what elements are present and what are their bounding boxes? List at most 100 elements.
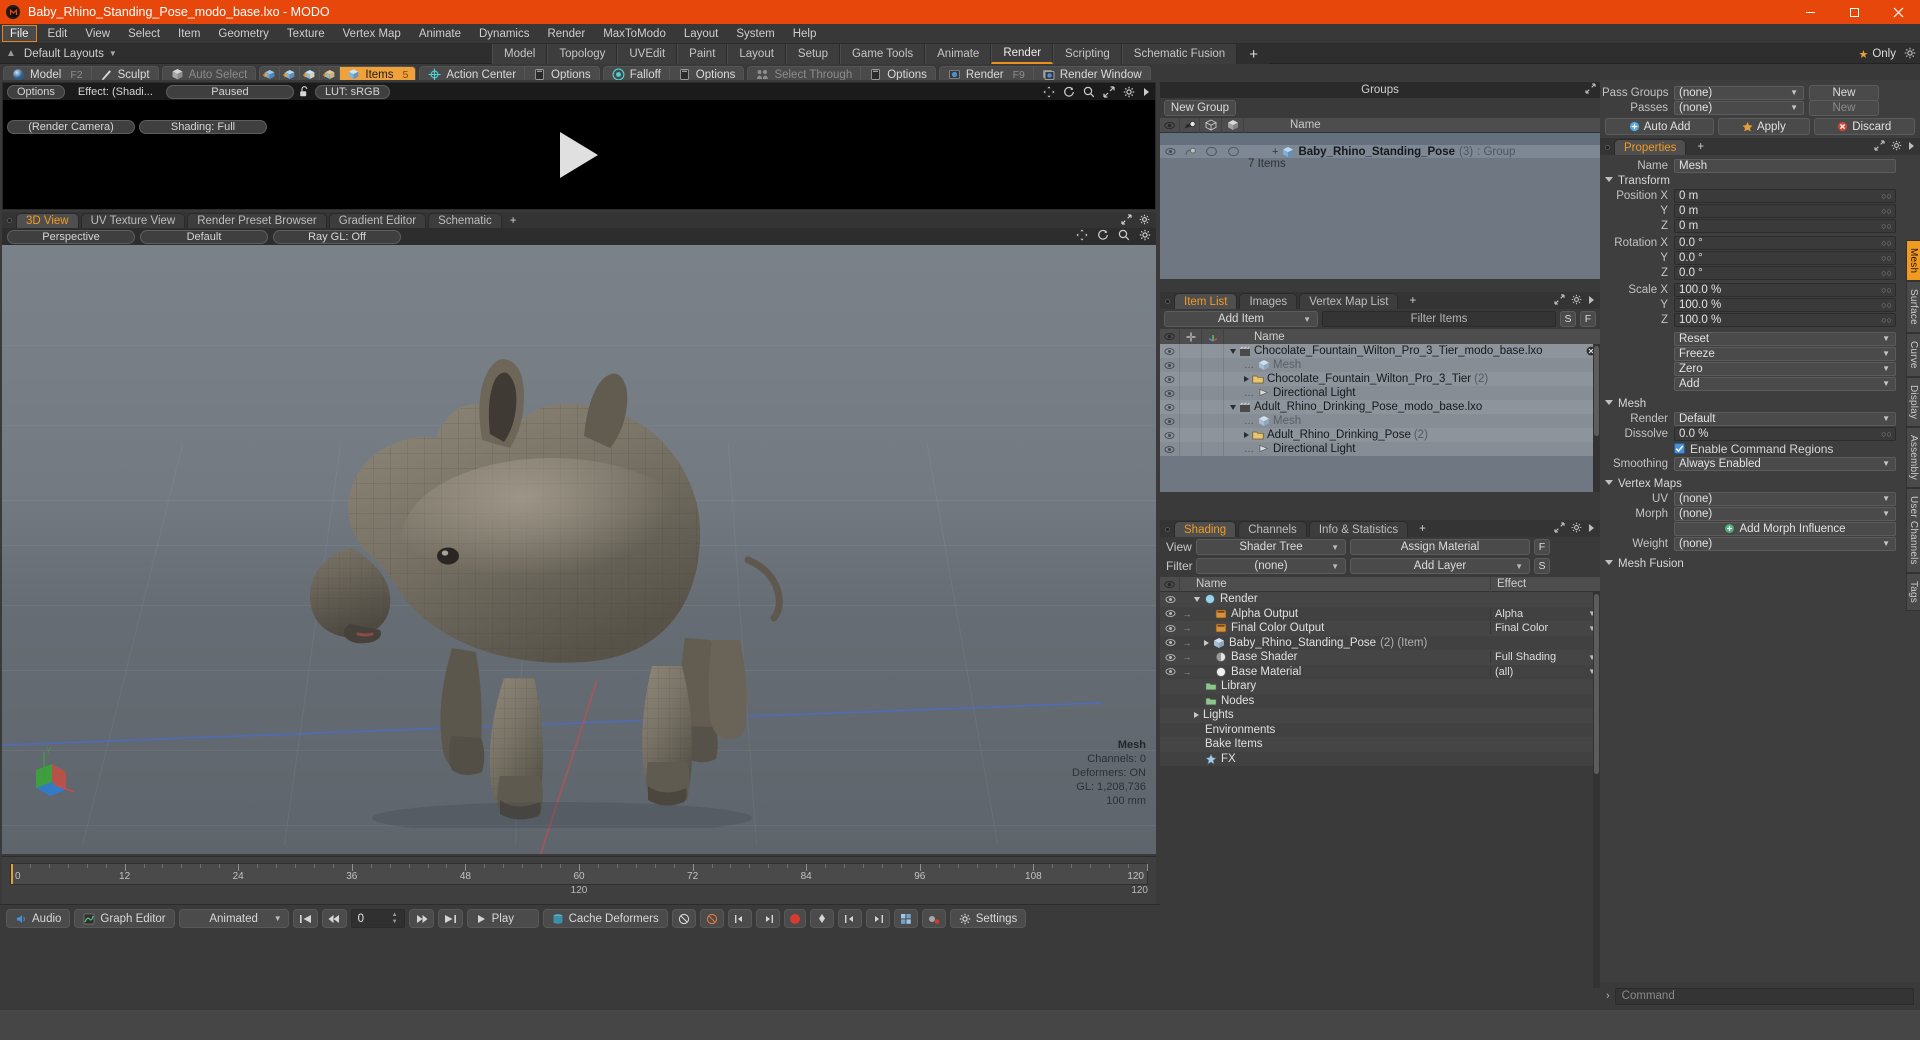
- menu-item-animate[interactable]: Animate: [410, 24, 470, 43]
- layout-tab-layout[interactable]: Layout: [727, 44, 786, 64]
- viewport-tab-gradient-editor[interactable]: Gradient Editor: [328, 213, 427, 228]
- menu-item-texture[interactable]: Texture: [278, 24, 334, 43]
- shader-col-eye[interactable]: [1160, 576, 1180, 592]
- expand-icon[interactable]: [1194, 712, 1199, 719]
- transform-section-header[interactable]: Transform: [1600, 173, 1920, 188]
- add-shading-tab-button[interactable]: +: [1410, 521, 1435, 537]
- auto-add-button[interactable]: Auto Add: [1605, 118, 1715, 135]
- freeze-dropdown[interactable]: Freeze ▼: [1674, 346, 1896, 361]
- key-prev-button[interactable]: [727, 909, 752, 928]
- assign-material-button[interactable]: Assign Material: [1350, 539, 1530, 555]
- only-toggle[interactable]: ★ Only: [1858, 48, 1896, 61]
- name-input[interactable]: Mesh: [1674, 158, 1896, 173]
- minimize-button[interactable]: [1788, 0, 1832, 24]
- pan-icon[interactable]: [1043, 86, 1055, 98]
- menu-item-layout[interactable]: Layout: [675, 24, 728, 43]
- shader-tree-row[interactable]: →Alpha OutputAlpha▼: [1160, 606, 1600, 621]
- shader-tree-row[interactable]: FX: [1160, 751, 1600, 766]
- step-back-button[interactable]: [321, 909, 347, 928]
- mesh-section-header[interactable]: Mesh: [1600, 396, 1920, 411]
- shader-row-effect[interactable]: Alpha▼: [1490, 607, 1600, 620]
- viewport-raygl-dropdown[interactable]: Ray GL: Off: [273, 229, 401, 244]
- rhino-3d-model[interactable]: [152, 348, 852, 834]
- render-camera-dropdown[interactable]: (Render Camera): [7, 120, 135, 134]
- shading-filter-dropdown[interactable]: (none) ▼: [1196, 558, 1346, 574]
- animated-dropdown[interactable]: Animated ▼: [178, 909, 289, 928]
- collapse-icon[interactable]: [1230, 348, 1236, 354]
- shader-row-effect[interactable]: Full Shading▼: [1490, 651, 1600, 664]
- shading-dropdown[interactable]: Shading: Full: [139, 120, 267, 134]
- maximize-panel-icon[interactable]: [1554, 522, 1565, 536]
- passes-dropdown[interactable]: (none) ▼: [1674, 100, 1804, 115]
- maximize-button[interactable]: [1832, 0, 1876, 24]
- current-frame-field[interactable]: 0 ▲ ▼: [350, 909, 405, 928]
- vertical-tab-display[interactable]: Display: [1906, 376, 1920, 428]
- eye-icon[interactable]: [1164, 402, 1175, 413]
- gear-icon[interactable]: [1139, 214, 1150, 228]
- layout-tab-model[interactable]: Model: [492, 44, 548, 64]
- eye-icon[interactable]: [1164, 346, 1175, 357]
- layout-tab-game-tools[interactable]: Game Tools: [839, 44, 926, 64]
- groups-row-area[interactable]: + Baby_Rhino_Standing_Pose (3) : Group 7…: [1160, 133, 1600, 279]
- shader-row-effect[interactable]: Final Color▼: [1490, 622, 1600, 635]
- add-layout-tab-button[interactable]: +: [1237, 44, 1270, 64]
- shader-tree-row[interactable]: Environments: [1160, 722, 1600, 737]
- layout-tab-uvedit[interactable]: UVEdit: [617, 44, 678, 64]
- play-button[interactable]: Play: [466, 909, 539, 928]
- item-col-axis[interactable]: [1202, 329, 1224, 344]
- shader-tree-row[interactable]: Nodes: [1160, 693, 1600, 708]
- menu-item-view[interactable]: View: [76, 24, 119, 43]
- mesh-fusion-section-header[interactable]: Mesh Fusion: [1600, 556, 1920, 571]
- table-row[interactable]: + Baby_Rhino_Standing_Pose (3) : Group: [1160, 145, 1600, 158]
- menu-item-system[interactable]: System: [727, 24, 783, 43]
- panel-tab-vertex-map-list[interactable]: Vertex Map List: [1299, 293, 1399, 309]
- table-row[interactable]: Adult_Rhino_Drinking_Pose_modo_base.lxo: [1160, 400, 1600, 414]
- pass-groups-dropdown[interactable]: (none) ▼: [1674, 85, 1804, 100]
- zoom-icon[interactable]: [1083, 86, 1095, 98]
- timeline[interactable]: 0 12 24 36 48 60 72 84 96 108 120 120 120: [2, 856, 1156, 904]
- zero-dropdown[interactable]: Zero ▼: [1674, 361, 1896, 376]
- vertical-tab-mesh[interactable]: Mesh: [1906, 240, 1920, 282]
- shader-tree-dropdown[interactable]: Shader Tree ▼: [1196, 539, 1346, 555]
- expand-icon[interactable]: [1204, 639, 1209, 646]
- preview-paused-button[interactable]: Paused: [165, 84, 294, 99]
- expand-icon[interactable]: [1244, 432, 1249, 438]
- position-y-input[interactable]: 0 m ○○: [1674, 203, 1896, 218]
- shader-row-effect[interactable]: (all)▼: [1490, 665, 1600, 678]
- layout-tab-render[interactable]: Render: [991, 44, 1054, 64]
- panel-handle[interactable]: [1600, 139, 1614, 155]
- eye-icon[interactable]: [1164, 416, 1175, 427]
- groups-col-cube-a[interactable]: [1200, 117, 1222, 133]
- graph-editor-button[interactable]: Graph Editor: [74, 909, 175, 928]
- shader-tree-row[interactable]: → Baby_Rhino_Standing_Pose (2) (Item): [1160, 635, 1600, 650]
- filter-s-button[interactable]: S: [1560, 311, 1576, 327]
- rotate-icon[interactable]: [1097, 229, 1109, 244]
- gear-icon[interactable]: [1571, 522, 1582, 536]
- shading-s-button[interactable]: S: [1534, 558, 1550, 574]
- vertical-tab-surface[interactable]: Surface: [1906, 281, 1920, 334]
- audio-button[interactable]: Audio: [6, 909, 71, 928]
- command-input[interactable]: Command: [1614, 987, 1914, 1005]
- eye-icon[interactable]: [1164, 360, 1175, 371]
- table-row[interactable]: … Mesh: [1160, 414, 1600, 428]
- menu-item-item[interactable]: Item: [169, 24, 209, 43]
- field-steppers-icon[interactable]: ○○: [1881, 253, 1892, 263]
- panel-tab-properties[interactable]: Properties: [1614, 139, 1687, 155]
- field-steppers-icon[interactable]: ○○: [1881, 221, 1892, 231]
- shader-tree-rows[interactable]: Render→Alpha OutputAlpha▼→Final Color Ou…: [1160, 592, 1600, 988]
- eye-icon[interactable]: [1164, 374, 1175, 385]
- add-layer-dropdown[interactable]: Add Layer ▼: [1350, 558, 1530, 574]
- position-z-input[interactable]: 0 m ○○: [1674, 218, 1896, 233]
- menu-item-vertex-map[interactable]: Vertex Map: [334, 24, 410, 43]
- shading-f-button[interactable]: F: [1534, 539, 1550, 555]
- eye-icon[interactable]: [1164, 388, 1175, 399]
- rotation-x-input[interactable]: 0.0 ° ○○: [1674, 235, 1896, 250]
- vertical-tab-tags[interactable]: Tags: [1906, 572, 1920, 611]
- maximize-panel-icon[interactable]: [1585, 83, 1596, 97]
- viewport-perspective-dropdown[interactable]: Perspective: [7, 229, 135, 244]
- mute-button[interactable]: [671, 909, 696, 928]
- maximize-panel-icon[interactable]: [1874, 140, 1885, 154]
- item-list-rows[interactable]: Chocolate_Fountain_Wilton_Pro_3_Tier_mod…: [1160, 344, 1600, 492]
- menu-item-render[interactable]: Render: [538, 24, 594, 43]
- discard-button[interactable]: Discard: [1813, 118, 1915, 135]
